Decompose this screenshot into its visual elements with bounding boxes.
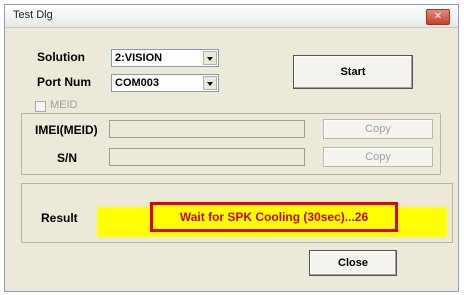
port-num-select[interactable]: COM003 xyxy=(111,74,219,92)
imei-label: IMEI(MEID) xyxy=(35,123,98,137)
solution-select[interactable]: 2:VISION xyxy=(111,49,219,67)
imei-field[interactable] xyxy=(109,120,305,138)
port-num-label: Port Num xyxy=(37,75,91,89)
solution-value: 2:VISION xyxy=(115,52,163,64)
copy-sn-button[interactable]: Copy xyxy=(323,147,433,167)
close-button[interactable]: Close xyxy=(309,250,397,276)
test-dialog-window: Test Dlg ✕ Solution 2:VISION Port Num CO… xyxy=(4,4,459,292)
meid-checkbox[interactable] xyxy=(35,101,46,112)
solution-label: Solution xyxy=(37,50,85,64)
port-num-value: COM003 xyxy=(115,77,160,89)
sn-label: S/N xyxy=(57,151,78,165)
window-title: Test Dlg xyxy=(13,9,53,21)
title-bar[interactable]: Test Dlg ✕ xyxy=(5,5,458,28)
copy-imei-button[interactable]: Copy xyxy=(323,119,433,139)
close-window-icon[interactable]: ✕ xyxy=(426,9,450,25)
chevron-down-icon[interactable] xyxy=(203,51,217,65)
chevron-down-icon[interactable] xyxy=(203,76,217,90)
result-label: Result xyxy=(41,211,78,225)
start-button[interactable]: Start xyxy=(293,55,413,89)
result-message: Wait for SPK Cooling (30sec)...26 xyxy=(150,202,398,232)
sn-field[interactable] xyxy=(109,148,305,166)
meid-label: MEID xyxy=(50,99,78,111)
